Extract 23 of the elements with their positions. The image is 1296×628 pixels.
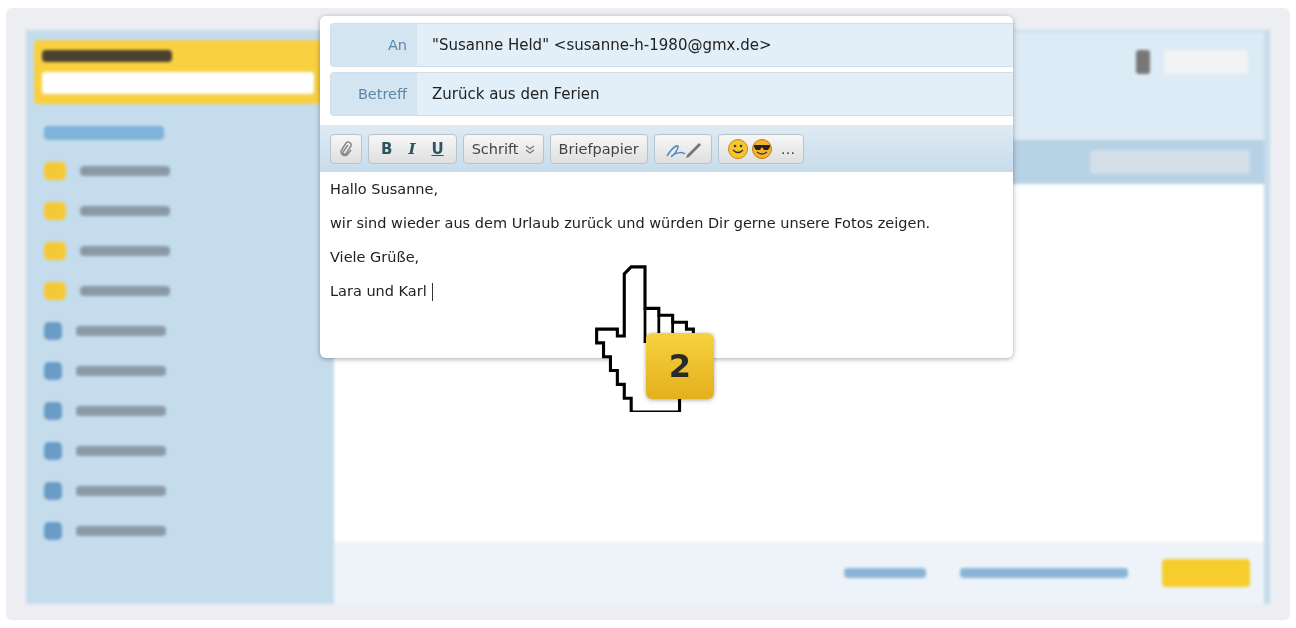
format-button[interactable]: U <box>423 134 452 163</box>
more-text: … <box>780 140 796 157</box>
stationery-button[interactable]: Briefpapier <box>549 133 648 164</box>
format-button[interactable]: B <box>373 134 401 163</box>
step-badge: 2 <box>646 333 714 399</box>
signature-button[interactable] <box>653 133 712 164</box>
message-line: Lara und Karl <box>330 282 427 301</box>
field-value: Zurück aus den Ferien <box>431 84 601 105</box>
recipient-field[interactable]: An "Susanne Held" <susanne-h-1980@gmx.de> <box>330 23 1013 67</box>
attach-button[interactable] <box>330 133 362 164</box>
subject-field[interactable]: Betreff Zurück aus den Ferien <box>330 72 1013 116</box>
field-value: "Susanne Held" <susanne-h-1980@gmx.de> <box>431 35 773 56</box>
field-label: Betreff <box>331 73 417 115</box>
format-button[interactable]: I <box>400 134 424 163</box>
message-line: Hallo Susanne, <box>330 180 439 199</box>
field-label: An <box>331 24 417 66</box>
double-chevron-icon <box>524 143 535 154</box>
smiley-icon <box>726 137 775 160</box>
message-line: wir sind wieder aus dem Urlaub zurück und würden Dir gerne unsere Fotos zeigen. <box>330 214 931 233</box>
emoticon-button[interactable]: … <box>717 133 805 164</box>
paperclip-icon <box>339 139 353 158</box>
message-line: Viele Grüße, <box>330 248 420 267</box>
font-dropdown[interactable]: Schrift <box>462 133 544 164</box>
